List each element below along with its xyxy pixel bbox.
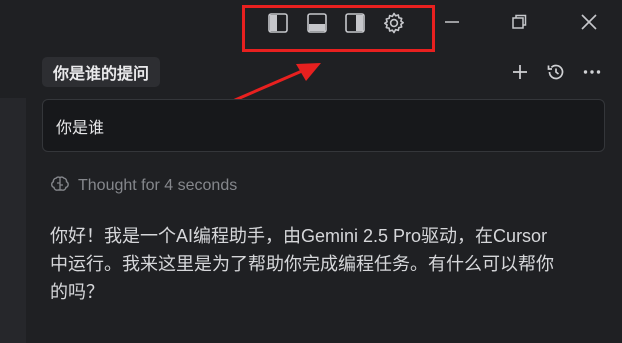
- close-icon[interactable]: [576, 9, 602, 35]
- user-message[interactable]: 你是谁: [42, 99, 605, 152]
- title-bar: [0, 0, 622, 52]
- editor-side-strip: [0, 98, 26, 343]
- toggle-panel-icon[interactable]: [304, 10, 330, 36]
- thought-label: Thought for 4 seconds: [78, 177, 238, 194]
- new-chat-icon[interactable]: [507, 59, 533, 85]
- thought-indicator[interactable]: Thought for 4 seconds: [50, 175, 238, 198]
- answer-line: 中运行。我来这里是为了帮助你完成编程任务。有什么可以帮你: [50, 254, 554, 274]
- more-icon[interactable]: [579, 59, 605, 85]
- history-icon[interactable]: [543, 59, 569, 85]
- user-message-text: 你是谁: [56, 119, 105, 137]
- settings-gear-icon[interactable]: [381, 10, 407, 36]
- chat-title[interactable]: 你是谁的提问: [42, 57, 161, 87]
- assistant-answer: 你好！我是一个AI编程助手，由Gemini 2.5 Pro驱动，在Cursor …: [50, 222, 590, 306]
- answer-line: 的吗？: [50, 282, 104, 302]
- restore-icon[interactable]: [506, 9, 532, 35]
- toggle-primary-sidebar-icon[interactable]: [265, 10, 291, 36]
- minimize-icon[interactable]: [439, 9, 465, 35]
- answer-line: 你好！我是一个AI编程助手，由Gemini 2.5 Pro驱动，在Cursor: [50, 226, 548, 246]
- toggle-secondary-sidebar-icon[interactable]: [342, 10, 368, 36]
- brain-icon: [50, 175, 70, 198]
